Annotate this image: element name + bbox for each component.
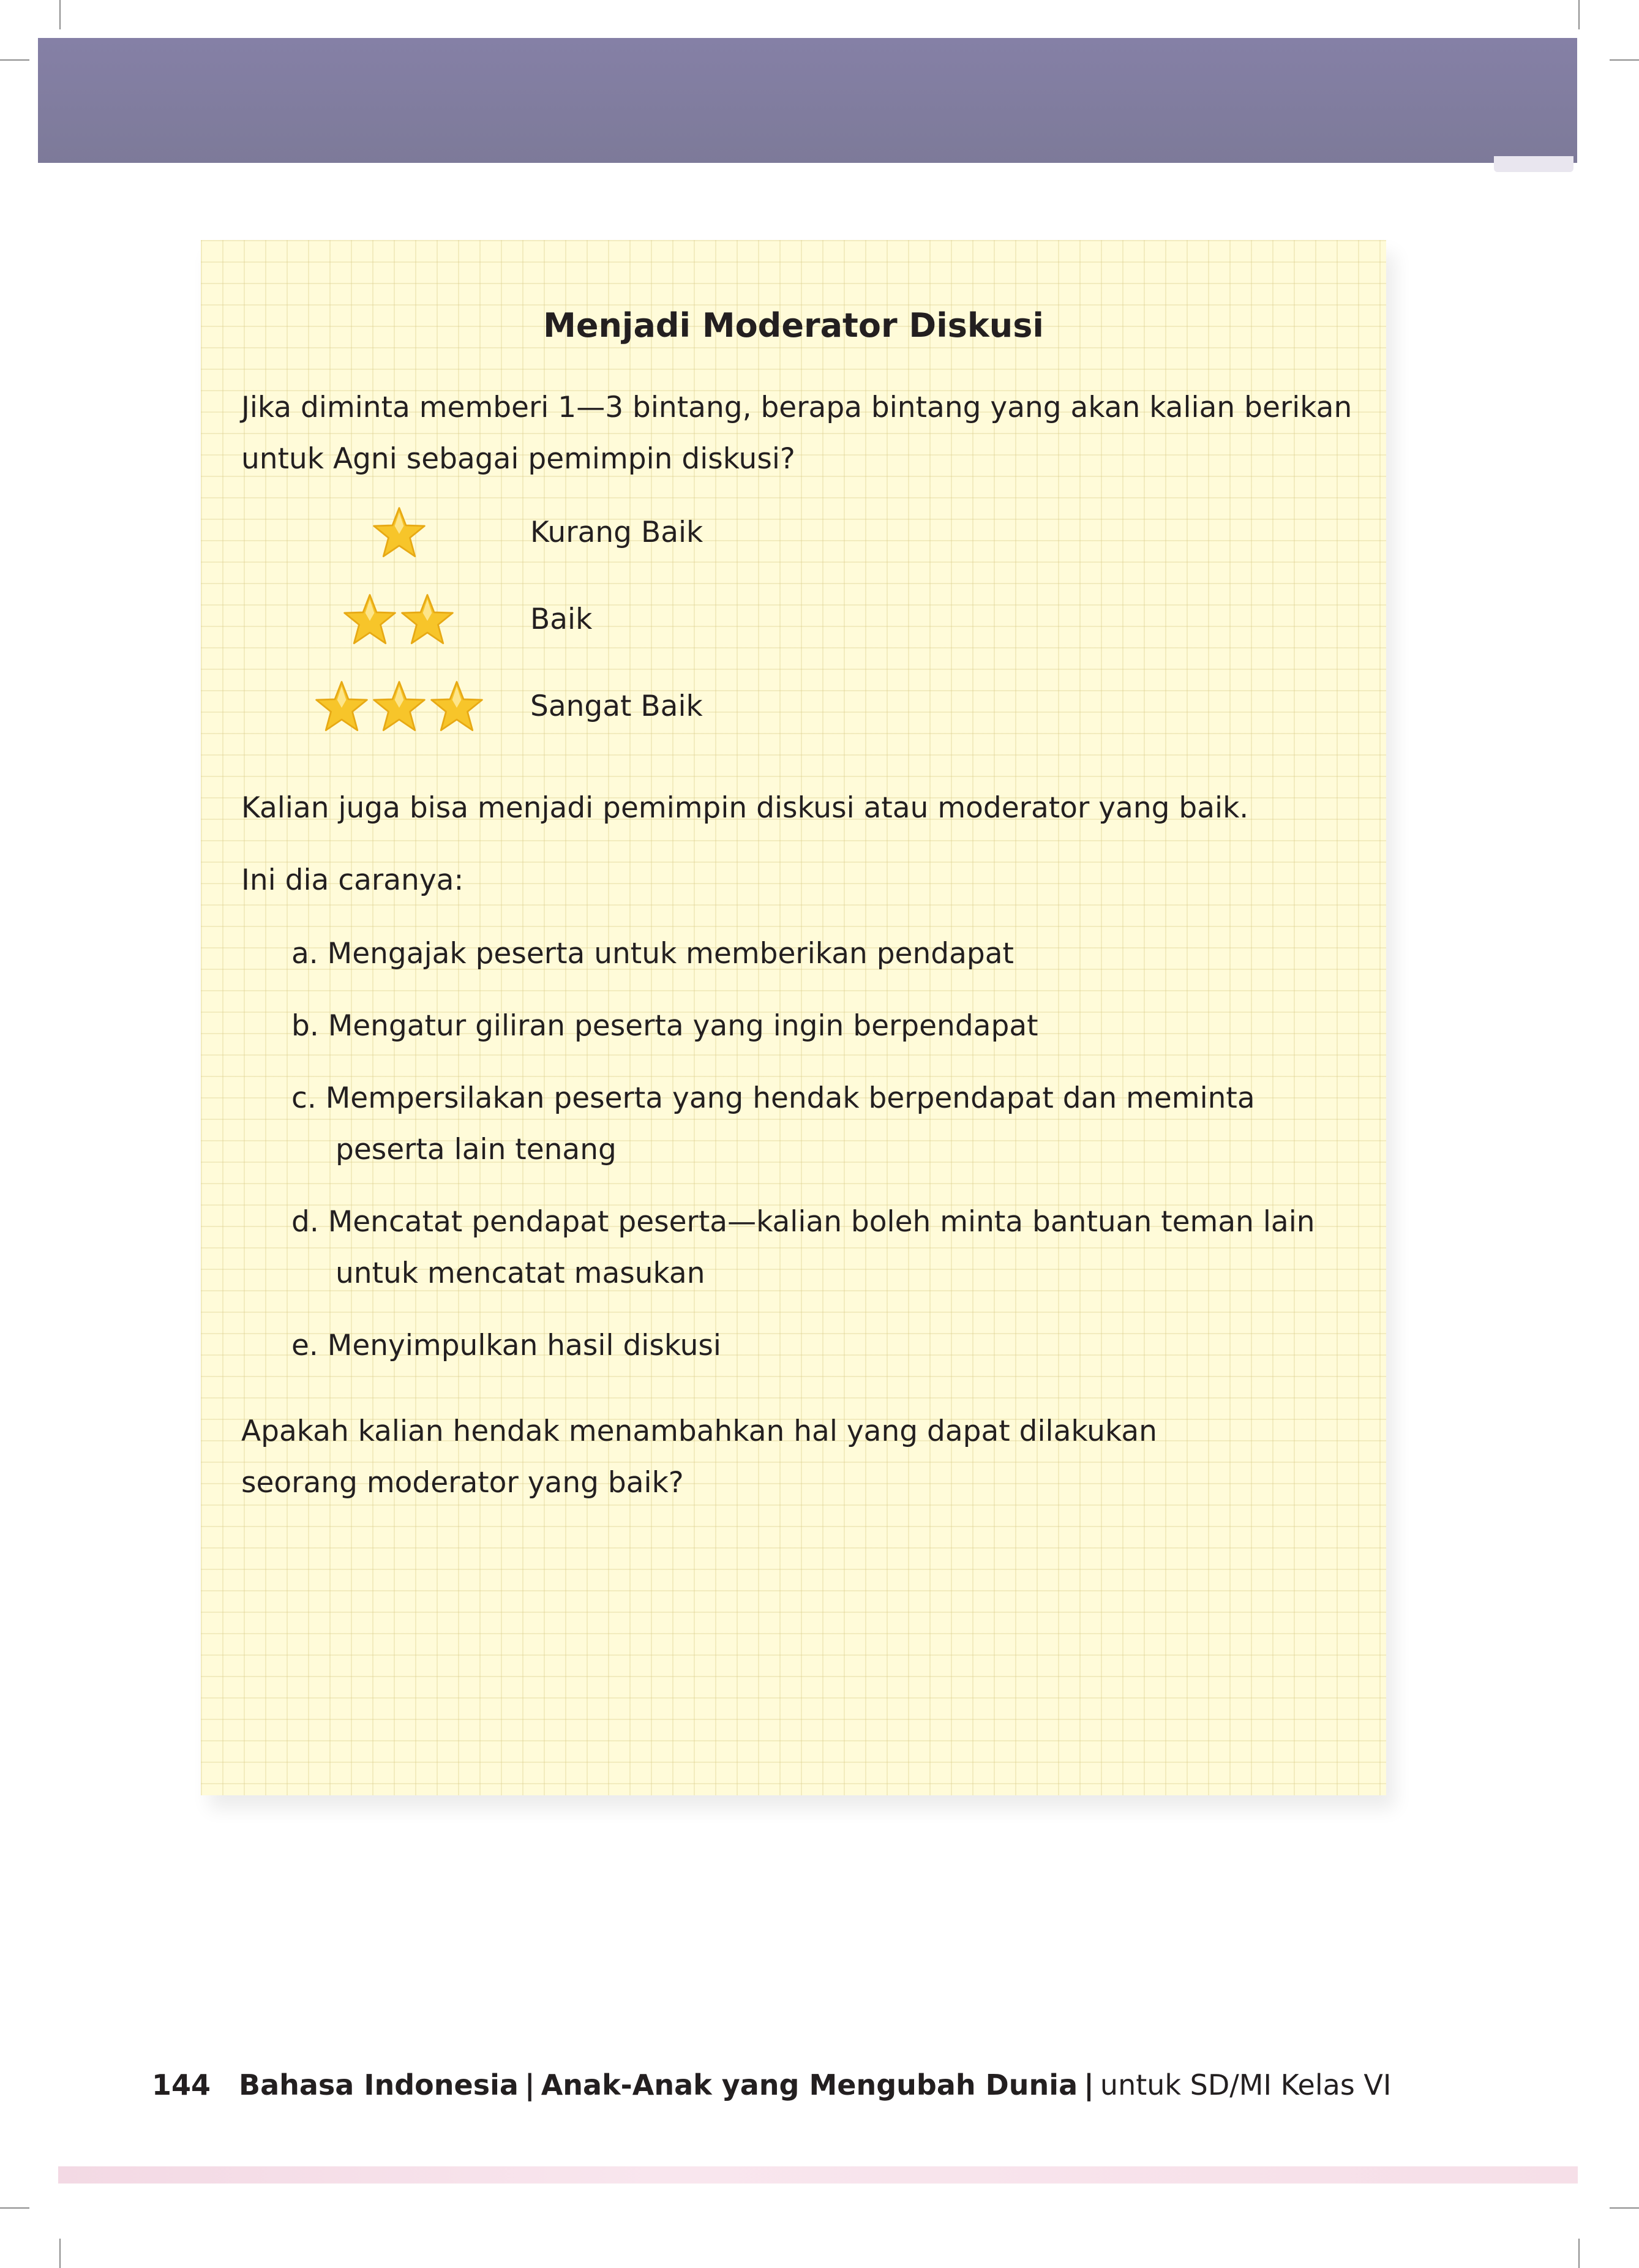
star-icon [373,681,426,732]
rating-row-2: Baik [201,591,936,653]
crop-mark [0,2207,29,2209]
list-item: e. Menyimpulkan hasil diskusi [291,1329,721,1362]
closing-question: Apakah kalian hendak menambahkan hal yan… [241,1414,1157,1500]
crop-mark [0,59,29,61]
footer-band [58,2166,1578,2184]
star-group [342,591,457,648]
rating-label: Kurang Baik [530,516,703,549]
crop-mark [59,2239,61,2268]
footer-separator: | [1084,2068,1094,2101]
rating-row-3: Sangat Baik [201,678,936,740]
lead-text: Ini dia caranya: [241,863,464,897]
footer-grade: untuk SD/MI Kelas VI [1100,2068,1392,2101]
list-item: c. Mempersilakan peserta yang hendak ber… [291,1081,1255,1166]
crop-mark [1578,0,1580,29]
header-band [38,38,1577,163]
footer-book-title: Anak-Anak yang Mengubah Dunia [541,2068,1078,2101]
star-icon [343,594,396,645]
list-item: d. Mencatat pendapat peserta—kalian bole… [291,1205,1315,1290]
card-title: Menjadi Moderator Diskusi [543,306,1044,345]
list-item: b. Mengatur giliran peserta yang ingin b… [291,1009,1038,1043]
rating-label: Sangat Baik [530,689,703,723]
star-icon [315,681,368,732]
footer-subject: Bahasa Indonesia [239,2068,519,2101]
star-group [371,505,429,561]
crop-mark [1610,59,1639,61]
rating-row-1: Kurang Baik [201,505,936,566]
star-group [313,678,486,735]
footer-separator: | [524,2068,535,2101]
crop-mark [59,0,61,29]
page-footer: 144 Bahasa Indonesia | Anak-Anak yang Mengu… [152,2068,1391,2101]
crop-mark [1610,2207,1639,2209]
header-tab [1494,156,1573,172]
list-item: a. Mengajak peserta untuk memberikan pen… [291,937,1014,971]
rating-question: Jika diminta memberi 1—3 bintang, berapa… [241,391,1352,476]
star-icon [430,681,483,732]
page-number: 144 [152,2068,211,2101]
rating-label: Baik [530,603,593,636]
intro-text: Kalian juga bisa menjadi pemimpin diskus… [241,791,1249,825]
star-icon [373,507,426,558]
star-icon [401,594,454,645]
activity-card: Menjadi Moderator Diskusi Jika diminta m… [201,240,1386,1795]
crop-mark [1578,2239,1580,2268]
